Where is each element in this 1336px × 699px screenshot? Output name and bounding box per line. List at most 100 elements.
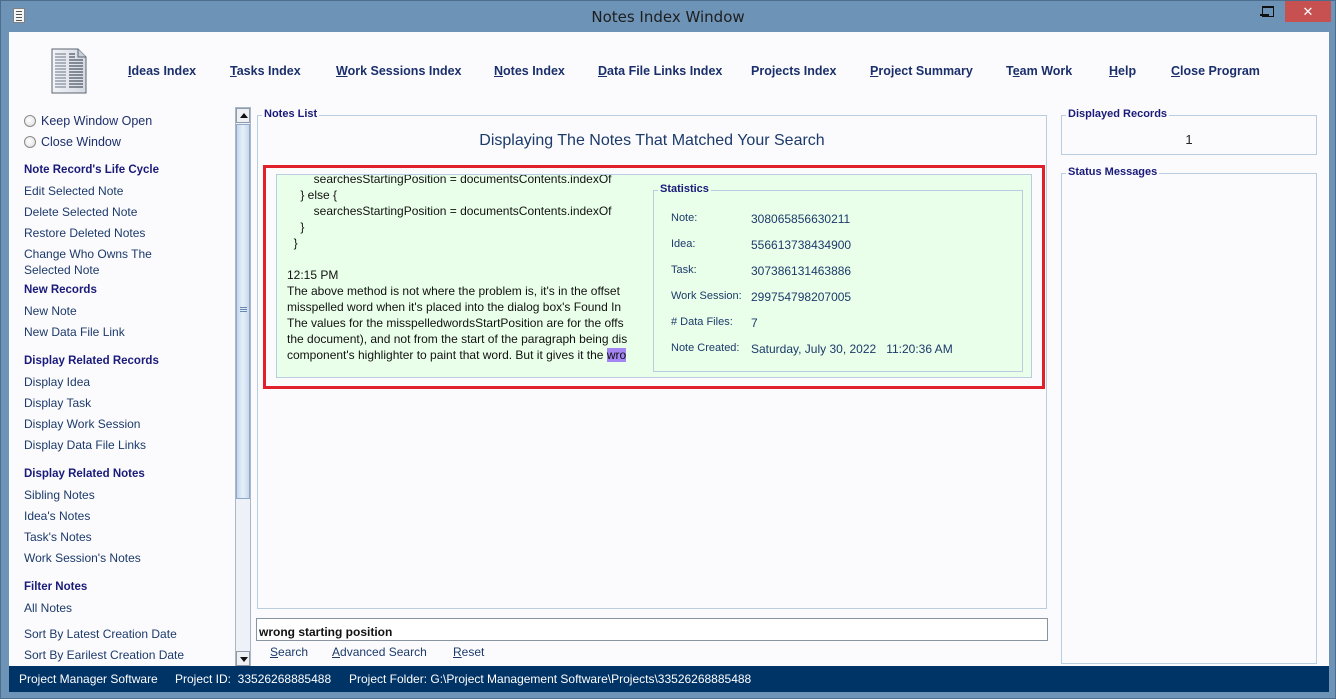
search-input[interactable] <box>256 618 1048 641</box>
nav-label: am Work <box>1019 64 1073 78</box>
stat-value: 308065856630211 <box>751 212 851 226</box>
notes-index-window: Notes Index Window Ideas Index <box>0 0 1336 699</box>
scrollbar-thumb[interactable] <box>236 124 250 499</box>
nav-label: Projects Index <box>751 64 837 78</box>
displayed-records-panel: Displayed Records 1 <box>1061 108 1317 155</box>
section-heading-filter-notes: Filter Notes <box>24 581 88 593</box>
note-line: } <box>287 236 298 250</box>
ideas-notes-link[interactable]: Idea's Notes <box>24 506 234 527</box>
tasks-notes-link[interactable]: Task's Notes <box>24 527 234 548</box>
radio-button-icon[interactable] <box>24 114 36 127</box>
nav-ideas-index[interactable]: Ideas Index <box>128 64 196 78</box>
note-line: the document), and not from the start of… <box>287 332 628 346</box>
note-line: The above method is not where the proble… <box>287 284 620 298</box>
nav-label: elp <box>1118 64 1137 78</box>
notes-document-icon <box>51 48 87 94</box>
stat-value: Saturday, July 30, 2022 11:20:36 AM <box>751 342 953 356</box>
nav-project-summary[interactable]: Project Summary <box>870 64 973 78</box>
nav-projects-index[interactable]: Projects Index <box>751 64 836 78</box>
stat-value: 556613738434900 <box>751 238 852 252</box>
nav-data-file-links-index[interactable]: Data File Links Index <box>598 64 722 78</box>
project-folder: Project Folder: G:\Project Management So… <box>349 672 752 686</box>
stat-row-idea: Idea: 556613738434900 <box>671 238 851 252</box>
nav-label: roject Summary <box>878 64 973 78</box>
title-bar[interactable]: Notes Index Window <box>1 1 1335 31</box>
close-window-radio[interactable]: Close Window <box>24 131 234 152</box>
radio-label: Close Window <box>41 134 121 149</box>
notes-list-legend: Notes List <box>262 108 320 120</box>
stat-row-data-files: # Data Files: 7 <box>671 316 758 330</box>
display-idea-link[interactable]: Display Idea <box>24 372 234 393</box>
note-line: misspelled word when it's placed into th… <box>287 300 622 314</box>
nav-label: deas Index <box>131 64 197 78</box>
restore-deleted-notes-link[interactable]: Restore Deleted Notes <box>24 223 234 244</box>
note-line: } else { <box>287 188 338 202</box>
display-task-link[interactable]: Display Task <box>24 393 234 414</box>
edit-selected-note-link[interactable]: Edit Selected Note <box>24 181 234 202</box>
selected-note-highlight: searchesStartingPosition = documentsCont… <box>263 165 1045 389</box>
note-card[interactable]: searchesStartingPosition = documentsCont… <box>276 174 1032 378</box>
action-label: dvanced Search <box>340 645 427 659</box>
notes-list-heading: Displaying The Notes That Matched Your S… <box>479 132 825 149</box>
stat-row-work-session: Work Session: 299754798207005 <box>671 290 851 304</box>
nav-label: lose Program <box>1180 64 1260 78</box>
nav-label: otes Index <box>503 64 565 78</box>
grip-icon <box>240 307 247 312</box>
stat-label: Idea: <box>671 238 696 250</box>
project-id: Project ID: 33526268885488 <box>175 672 332 686</box>
close-window-button[interactable] <box>1285 1 1331 22</box>
change-owner-link[interactable]: Change Who Owns The Selected Note <box>24 244 164 277</box>
section-heading-display-related-notes: Display Related Notes <box>24 468 145 480</box>
nav-close-program[interactable]: Close Program <box>1171 64 1260 78</box>
delete-selected-note-link[interactable]: Delete Selected Note <box>24 202 234 223</box>
advanced-search-button[interactable]: Advanced Search <box>332 645 427 659</box>
reset-button[interactable]: Reset <box>453 645 484 659</box>
work-sessions-notes-link[interactable]: Work Session's Notes <box>24 548 234 569</box>
nav-work-sessions-index[interactable]: Work Sessions Index <box>336 64 462 78</box>
maximize-button[interactable] <box>1254 1 1280 22</box>
note-line: 12:15 PM <box>287 268 339 282</box>
stat-row-note-created: Note Created: Saturday, July 30, 2022 11… <box>671 342 953 356</box>
status-messages-legend: Status Messages <box>1066 166 1160 178</box>
section-heading-life-cycle: Note Record's Life Cycle <box>24 164 160 176</box>
stat-label: Note Created: <box>671 342 740 354</box>
stat-value: 299754798207005 <box>751 290 852 304</box>
new-data-file-link-link[interactable]: New Data File Link <box>24 322 234 343</box>
scroll-down-arrow-icon[interactable] <box>236 651 250 666</box>
display-work-session-link[interactable]: Display Work Session <box>24 414 234 435</box>
note-text[interactable]: searchesStartingPosition = documentsCont… <box>287 175 629 363</box>
action-label: eset <box>461 645 485 659</box>
nav-tasks-index[interactable]: Tasks Index <box>230 64 301 78</box>
app-name: Project Manager Software <box>19 672 158 686</box>
sort-latest-link[interactable]: Sort By Latest Creation Date <box>24 624 234 645</box>
nav-label: asks Index <box>236 64 301 78</box>
note-line: The values for the misspelledwordsStartP… <box>287 316 624 330</box>
nav-notes-index[interactable]: Notes Index <box>494 64 565 78</box>
sidebar-scrollbar[interactable] <box>235 107 251 667</box>
statistics-legend: Statistics <box>658 183 711 195</box>
status-messages-panel: Status Messages <box>1061 166 1317 664</box>
status-bar: Project Manager Software Project ID: 335… <box>9 666 1329 692</box>
sort-earliest-link[interactable]: Sort By Earilest Creation Date <box>24 645 234 666</box>
note-line <box>287 251 629 267</box>
search-button[interactable]: Search <box>270 645 308 659</box>
displayed-records-legend: Displayed Records <box>1066 108 1170 120</box>
stat-value: 7 <box>751 316 758 330</box>
sibling-notes-link[interactable]: Sibling Notes <box>24 485 234 506</box>
radio-button-icon[interactable] <box>24 135 36 148</box>
action-label: earch <box>278 645 309 659</box>
nav-label-prefix: T <box>1006 64 1013 78</box>
note-line: searchesStartingPosition = documentsCont… <box>287 204 612 218</box>
nav-help[interactable]: Help <box>1109 64 1136 78</box>
keep-window-open-radio[interactable]: Keep Window Open <box>24 110 234 131</box>
nav-team-work[interactable]: Team Work <box>1006 64 1072 78</box>
radio-label: Keep Window Open <box>41 113 153 128</box>
new-note-link[interactable]: New Note <box>24 301 234 322</box>
all-notes-link[interactable]: All Notes <box>24 598 234 619</box>
scroll-up-arrow-icon[interactable] <box>236 108 250 123</box>
search-match-highlight: wro <box>606 348 627 362</box>
display-data-file-links-link[interactable]: Display Data File Links <box>24 435 234 456</box>
stat-row-task: Task: 307386131463886 <box>671 264 851 278</box>
stat-value: 307386131463886 <box>751 264 852 278</box>
stat-label: # Data Files: <box>671 316 733 328</box>
